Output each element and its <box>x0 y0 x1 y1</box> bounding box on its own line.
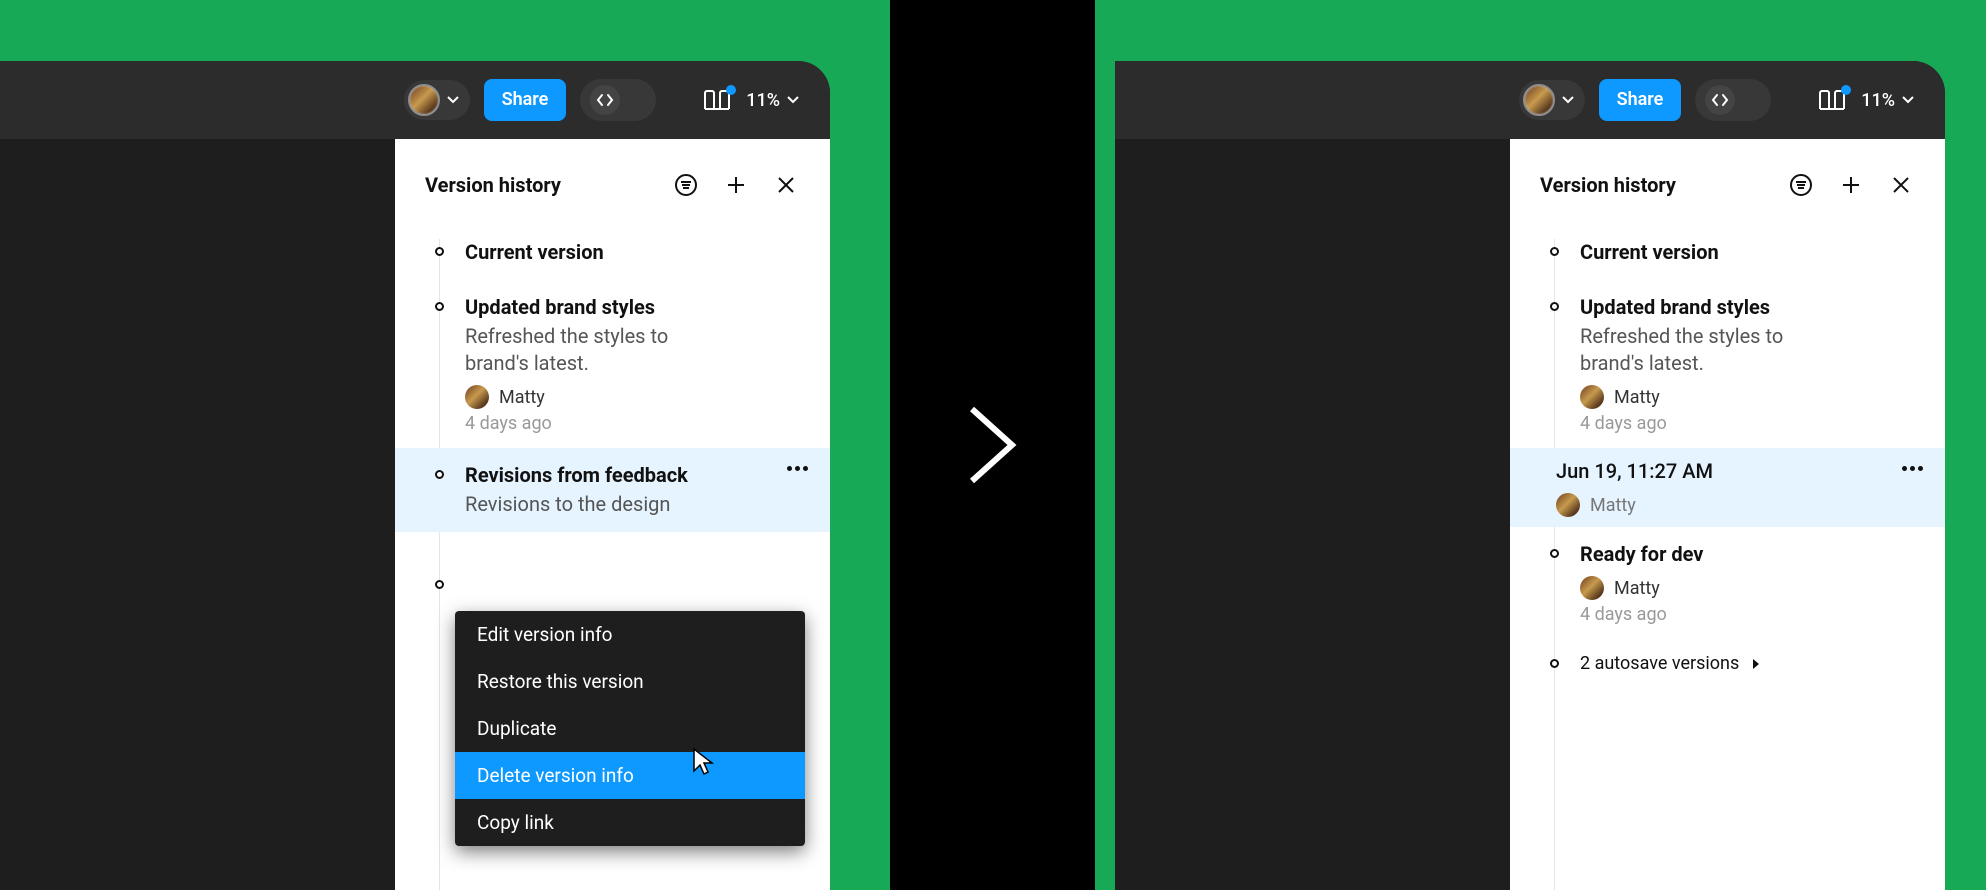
transition-strip <box>890 0 1095 890</box>
autosave-versions-toggle[interactable]: 2 autosave versions <box>1510 639 1945 688</box>
version-description: Revisions to the design <box>465 491 725 518</box>
version-item[interactable] <box>395 532 830 588</box>
version-timestamp: 4 days ago <box>1580 413 1921 434</box>
version-context-menu: Edit version info Restore this version D… <box>455 611 805 846</box>
zoom-dropdown[interactable]: 11% <box>746 90 800 111</box>
author-name: Matty <box>1590 495 1636 516</box>
version-more-button[interactable] <box>1902 466 1923 471</box>
version-title: Jun 19, 11:27 AM <box>1556 458 1921 485</box>
timeline-dot-icon <box>1550 549 1559 558</box>
version-title: Updated brand styles <box>465 294 806 321</box>
author-avatar <box>1580 385 1604 409</box>
timeline-dot-icon <box>435 247 444 256</box>
filter-button[interactable] <box>1781 165 1821 205</box>
chevron-right-icon <box>1751 658 1761 670</box>
version-item-current[interactable]: Current version <box>395 225 830 280</box>
version-byline: Matty <box>465 385 806 409</box>
version-list: Current version Updated brand styles Ref… <box>395 225 830 608</box>
author-avatar <box>465 385 489 409</box>
version-more-button[interactable] <box>787 466 808 471</box>
panel-title: Version history <box>1540 173 1771 197</box>
version-item[interactable]: Updated brand styles Refreshed the style… <box>1510 280 1945 448</box>
library-icon[interactable] <box>702 87 732 113</box>
menu-duplicate[interactable]: Duplicate <box>455 705 805 752</box>
library-icon[interactable] <box>1817 87 1847 113</box>
right-arrow-icon <box>966 403 1020 487</box>
top-toolbar: Share 11% <box>0 61 830 139</box>
menu-copy-link[interactable]: Copy link <box>455 799 805 846</box>
version-item-selected[interactable]: Revisions from feedback Revisions to the… <box>395 448 830 532</box>
timeline-dot-icon <box>1550 302 1559 311</box>
timeline-dot-icon <box>435 580 444 589</box>
filter-button[interactable] <box>666 165 706 205</box>
autosave-count-label: 2 autosave versions <box>1580 653 1739 674</box>
notification-dot-icon <box>726 85 736 95</box>
version-title: Updated brand styles <box>1580 294 1921 321</box>
panel-title: Version history <box>425 173 656 197</box>
version-title: Revisions from feedback <box>465 462 806 489</box>
timeline-dot-icon <box>435 302 444 311</box>
timeline-dot-icon <box>1550 659 1559 668</box>
chevron-down-icon <box>1561 93 1575 107</box>
version-title: Current version <box>1580 239 1921 266</box>
version-history-panel: Version history Current version <box>1510 139 1945 890</box>
zoom-value: 11% <box>1861 90 1895 111</box>
version-item-current[interactable]: Current version <box>1510 225 1945 280</box>
version-title: Current version <box>465 239 806 266</box>
user-avatar-menu[interactable] <box>404 80 470 120</box>
menu-edit-version-info[interactable]: Edit version info <box>455 611 805 658</box>
version-byline: Matty <box>1580 576 1921 600</box>
version-history-panel: Version history Current version <box>395 139 830 890</box>
notification-dot-icon <box>1841 85 1851 95</box>
author-avatar <box>1580 576 1604 600</box>
version-description: Refreshed the styles to brand's latest. <box>1580 323 1840 377</box>
add-version-button[interactable] <box>1831 165 1871 205</box>
zoom-value: 11% <box>746 90 780 111</box>
version-timestamp: 4 days ago <box>1580 604 1921 625</box>
share-button[interactable]: Share <box>484 79 567 121</box>
code-icon <box>590 85 620 115</box>
add-version-button[interactable] <box>716 165 756 205</box>
editor-canvas: Version history Current version <box>1115 139 1945 890</box>
version-history-header: Version history <box>1510 139 1945 225</box>
avatar <box>1523 84 1555 116</box>
version-list: Current version Updated brand styles Ref… <box>1510 225 1945 708</box>
author-name: Matty <box>499 387 545 408</box>
version-title: Ready for dev <box>1580 541 1921 568</box>
chevron-down-icon <box>446 93 460 107</box>
close-button[interactable] <box>766 165 806 205</box>
app-window-after: Share 11% <box>1115 61 1945 890</box>
version-description: Refreshed the styles to brand's latest. <box>465 323 725 377</box>
top-toolbar: Share 11% <box>1115 61 1945 139</box>
version-byline: Matty <box>1580 385 1921 409</box>
menu-delete-version-info[interactable]: Delete version info <box>455 752 805 799</box>
author-avatar <box>1556 493 1580 517</box>
chevron-down-icon <box>1901 93 1915 107</box>
dev-mode-toggle[interactable] <box>1695 79 1771 121</box>
zoom-dropdown[interactable]: 11% <box>1861 90 1915 111</box>
user-avatar-menu[interactable] <box>1519 80 1585 120</box>
dev-mode-toggle[interactable] <box>580 79 656 121</box>
version-history-header: Version history <box>395 139 830 225</box>
share-button[interactable]: Share <box>1599 79 1682 121</box>
version-item[interactable]: Ready for dev Matty 4 days ago <box>1510 527 1945 639</box>
timeline-dot-icon <box>435 470 444 479</box>
chevron-down-icon <box>786 93 800 107</box>
version-item-selected[interactable]: Jun 19, 11:27 AM Matty <box>1510 448 1945 527</box>
editor-canvas: Version history Current version <box>0 139 830 890</box>
version-timestamp: 4 days ago <box>465 413 806 434</box>
comparison-stage: Share 11% <box>0 0 1986 890</box>
avatar <box>408 84 440 116</box>
version-byline: Matty <box>1556 493 1921 517</box>
author-name: Matty <box>1614 387 1660 408</box>
author-name: Matty <box>1614 578 1660 599</box>
close-button[interactable] <box>1881 165 1921 205</box>
app-window-before: Share 11% <box>0 61 830 890</box>
menu-restore-version[interactable]: Restore this version <box>455 658 805 705</box>
code-icon <box>1705 85 1735 115</box>
version-item[interactable]: Updated brand styles Refreshed the style… <box>395 280 830 448</box>
timeline-dot-icon <box>1550 247 1559 256</box>
